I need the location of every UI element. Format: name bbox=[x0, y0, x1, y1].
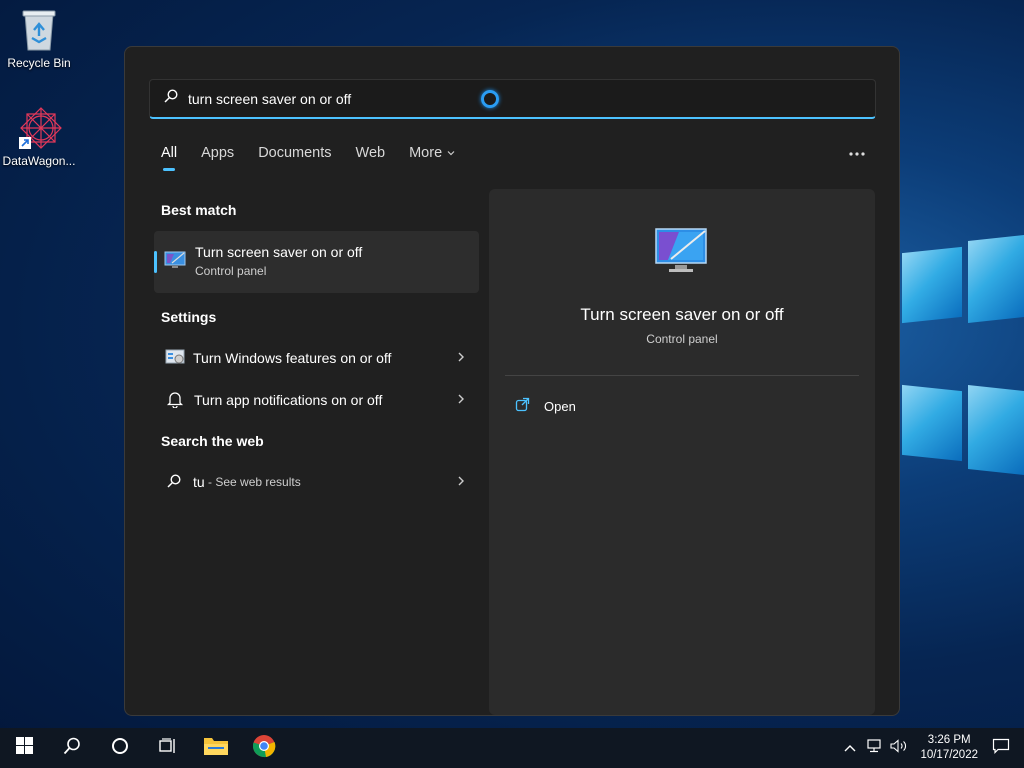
search-box[interactable] bbox=[149, 79, 876, 119]
clock-time: 3:26 PM bbox=[927, 734, 971, 746]
search-icon bbox=[164, 89, 178, 108]
show-hidden-icons-button[interactable] bbox=[844, 739, 856, 757]
cortana-icon[interactable] bbox=[481, 90, 499, 108]
desktop-icon-label: DataWagon... bbox=[2, 154, 76, 168]
windows-features-icon bbox=[165, 348, 185, 369]
open-button[interactable]: Open bbox=[515, 397, 576, 415]
search-icon bbox=[63, 737, 81, 760]
search-filter-tabs: All Apps Documents Web More bbox=[161, 145, 480, 171]
best-match-heading: Best match bbox=[161, 202, 237, 218]
chrome-icon bbox=[252, 734, 276, 763]
search-input[interactable] bbox=[188, 90, 488, 107]
chevron-up-icon bbox=[844, 739, 856, 756]
cortana-button[interactable] bbox=[96, 728, 144, 768]
chevron-down-icon bbox=[446, 145, 456, 161]
screen-saver-large-icon bbox=[653, 223, 709, 284]
screen-saver-icon bbox=[164, 249, 186, 276]
notification-center-button[interactable] bbox=[992, 738, 1010, 759]
settings-item-label: Turn Windows features on or off bbox=[193, 350, 392, 366]
result-detail-pane: Turn screen saver on or off Control pane… bbox=[489, 189, 875, 715]
notification-icon bbox=[992, 738, 1010, 758]
desktop-icon-recycle-bin[interactable]: Recycle Bin bbox=[1, 8, 77, 70]
chevron-right-icon bbox=[457, 392, 465, 408]
chevron-right-icon bbox=[457, 474, 465, 490]
datawagon-app-icon bbox=[19, 106, 62, 150]
windows-logo-icon bbox=[15, 737, 33, 759]
speaker-icon bbox=[890, 738, 908, 757]
desktop-icon-label: Recycle Bin bbox=[7, 56, 71, 70]
search-web-heading: Search the web bbox=[161, 433, 264, 449]
start-button[interactable] bbox=[0, 728, 48, 768]
best-match-title: Turn screen saver on or off bbox=[195, 244, 363, 260]
detail-subtitle: Control panel bbox=[646, 332, 718, 346]
tab-apps[interactable]: Apps bbox=[201, 145, 234, 161]
system-tray: 3:26 PM 10/17/2022 bbox=[844, 728, 1024, 768]
clock[interactable]: 3:26 PM 10/17/2022 bbox=[920, 733, 978, 763]
divider bbox=[505, 375, 859, 376]
web-query: tu bbox=[193, 474, 205, 490]
start-search-panel: All Apps Documents Web More Best match T… bbox=[124, 46, 900, 716]
tab-documents[interactable]: Documents bbox=[258, 145, 331, 161]
taskbar-search-button[interactable] bbox=[48, 728, 96, 768]
network-button[interactable] bbox=[866, 738, 882, 758]
tab-web[interactable]: Web bbox=[356, 145, 386, 161]
chevron-right-icon bbox=[457, 350, 465, 366]
ellipsis-icon bbox=[849, 141, 865, 161]
chrome-button[interactable] bbox=[240, 728, 288, 768]
settings-item-label: Turn app notifications on or off bbox=[194, 392, 383, 408]
tab-all[interactable]: All bbox=[161, 145, 177, 171]
network-icon bbox=[866, 738, 882, 757]
task-view-button[interactable] bbox=[144, 728, 192, 768]
desktop-icon-datawagon[interactable]: DataWagon... bbox=[1, 106, 77, 168]
settings-item-app-notifications[interactable]: Turn app notifications on or off bbox=[165, 385, 465, 415]
detail-title: Turn screen saver on or off bbox=[580, 305, 784, 324]
settings-item-windows-features[interactable]: Turn Windows features on or off bbox=[165, 343, 465, 373]
open-label: Open bbox=[544, 398, 576, 414]
cortana-circle-icon bbox=[111, 737, 129, 760]
folder-icon bbox=[203, 735, 229, 762]
taskbar: 3:26 PM 10/17/2022 bbox=[0, 728, 1024, 768]
tab-more-label: More bbox=[409, 145, 443, 161]
best-match-item[interactable]: Turn screen saver on or off Control pane… bbox=[154, 231, 479, 293]
desktop-wallpaper-logo bbox=[880, 230, 1024, 550]
settings-heading: Settings bbox=[161, 309, 217, 325]
open-external-icon bbox=[515, 397, 530, 415]
search-icon bbox=[167, 473, 181, 491]
task-view-icon bbox=[159, 737, 177, 759]
clock-date: 10/17/2022 bbox=[920, 749, 978, 761]
web-search-result[interactable]: tu - See web results bbox=[165, 467, 465, 497]
bell-icon bbox=[166, 390, 184, 411]
tab-more[interactable]: More bbox=[409, 145, 456, 161]
file-explorer-button[interactable] bbox=[192, 728, 240, 768]
web-results-suffix: - See web results bbox=[204, 475, 301, 489]
recycle-bin-icon bbox=[19, 8, 59, 52]
more-options-button[interactable] bbox=[849, 141, 865, 162]
volume-button[interactable] bbox=[890, 738, 908, 758]
best-match-subtitle: Control panel bbox=[195, 264, 267, 278]
